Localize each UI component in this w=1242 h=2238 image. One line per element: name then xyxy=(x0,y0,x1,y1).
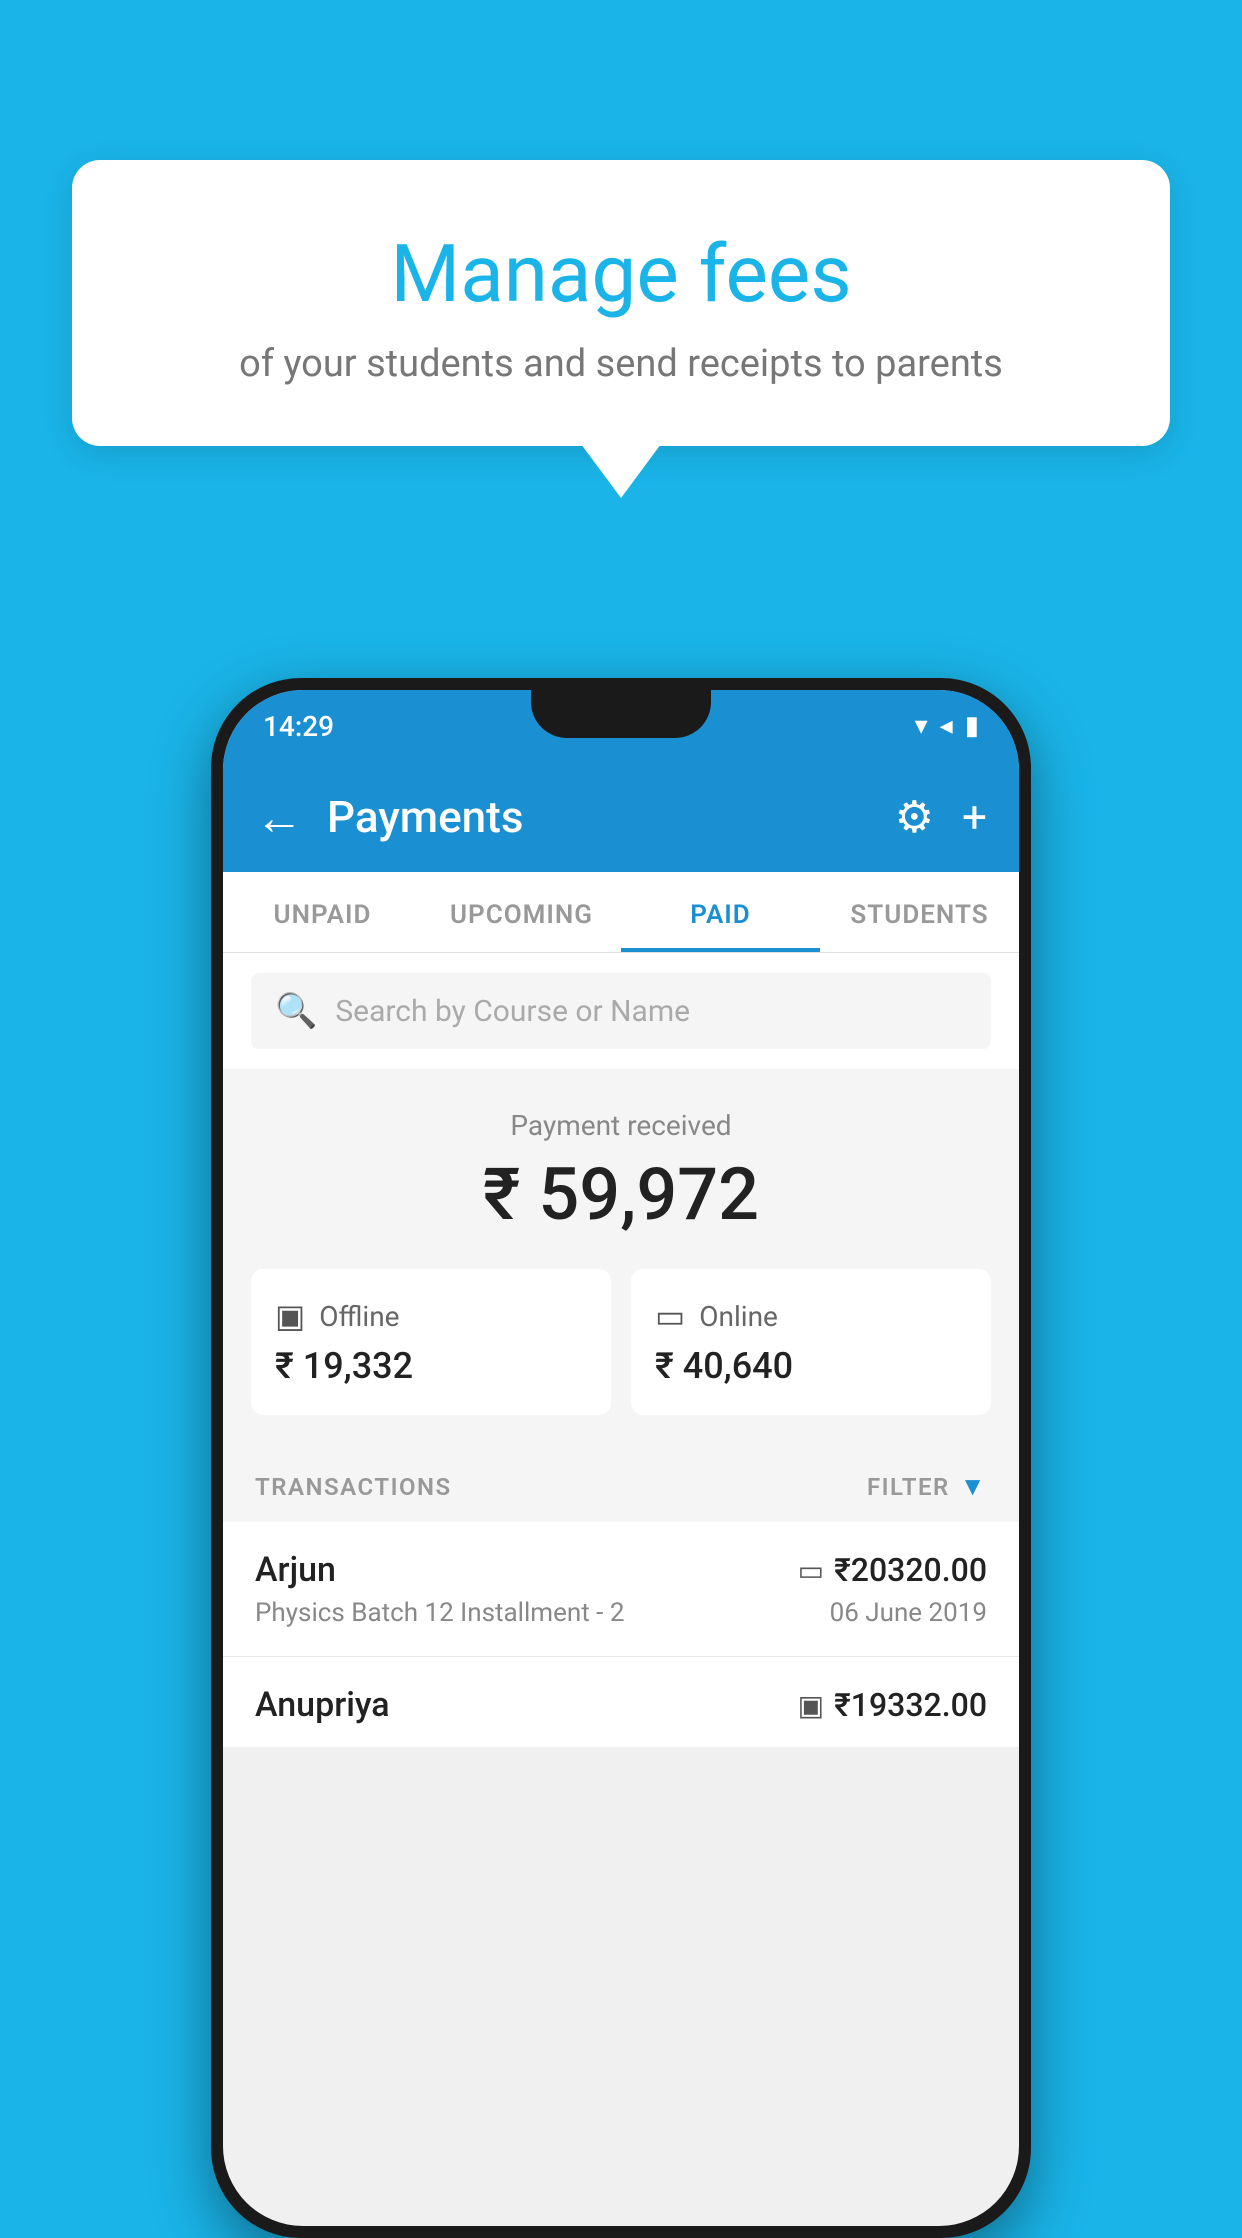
phone-frame: 14:29 ▾ ◂ ▮ ← Payments ⚙ + UNPAID UPCOMI… xyxy=(211,678,1031,2238)
offline-card-header: ▣ Offline xyxy=(275,1297,587,1335)
speech-bubble-card: Manage fees of your students and send re… xyxy=(72,160,1170,446)
status-time: 14:29 xyxy=(263,710,334,743)
app-bar-title: Payments xyxy=(327,791,871,843)
speech-bubble-subtitle: of your students and send receipts to pa… xyxy=(132,342,1110,386)
tab-unpaid[interactable]: UNPAID xyxy=(223,872,422,952)
back-button[interactable]: ← xyxy=(255,789,303,846)
transaction-row[interactable]: Arjun ▭ ₹20320.00 Physics Batch 12 Insta… xyxy=(223,1522,1019,1657)
search-input[interactable]: Search by Course or Name xyxy=(335,994,690,1029)
transaction-name: Arjun xyxy=(255,1550,336,1590)
search-icon: 🔍 xyxy=(275,991,317,1031)
offline-label: Offline xyxy=(319,1300,399,1333)
online-label: Online xyxy=(699,1300,778,1333)
online-icon: ▭ xyxy=(655,1297,685,1335)
search-bar[interactable]: 🔍 Search by Course or Name xyxy=(251,973,991,1049)
phone-screen: 14:29 ▾ ◂ ▮ ← Payments ⚙ + UNPAID UPCOMI… xyxy=(223,690,1019,2226)
online-payment-card: ▭ Online ₹ 40,640 xyxy=(631,1269,991,1415)
offline-payment-card: ▣ Offline ₹ 19,332 xyxy=(251,1269,611,1415)
search-container: 🔍 Search by Course or Name xyxy=(223,953,1019,1069)
transaction-top: Arjun ▭ ₹20320.00 xyxy=(255,1550,987,1590)
payment-amount: ₹ 59,972 xyxy=(251,1152,991,1237)
payment-received-label: Payment received xyxy=(251,1109,991,1142)
add-button[interactable]: + xyxy=(962,791,987,843)
filter-icon: ▼ xyxy=(960,1471,987,1502)
speech-bubble-title: Manage fees xyxy=(132,230,1110,318)
tab-paid[interactable]: PAID xyxy=(621,872,820,952)
app-bar: ← Payments ⚙ + xyxy=(223,762,1019,872)
tabs-bar: UNPAID UPCOMING PAID STUDENTS xyxy=(223,872,1019,953)
transaction-amount: ▭ ₹20320.00 xyxy=(798,1551,987,1589)
app-bar-actions: ⚙ + xyxy=(895,791,987,843)
tab-students[interactable]: STUDENTS xyxy=(820,872,1019,952)
online-payment-icon: ▭ xyxy=(798,1554,824,1587)
online-card-header: ▭ Online xyxy=(655,1297,967,1335)
transaction-top: Anupriya ▣ ₹19332.00 xyxy=(255,1685,987,1725)
filter-label: FILTER xyxy=(867,1473,950,1501)
offline-amount: ₹ 19,332 xyxy=(275,1345,587,1387)
transaction-bottom: Physics Batch 12 Installment - 2 06 June… xyxy=(255,1598,987,1628)
battery-icon: ▮ xyxy=(965,711,979,741)
tab-upcoming[interactable]: UPCOMING xyxy=(422,872,621,952)
transaction-course: Physics Batch 12 Installment - 2 xyxy=(255,1598,624,1628)
transaction-amount-value: ₹20320.00 xyxy=(834,1551,987,1589)
transaction-date: 06 June 2019 xyxy=(830,1598,987,1628)
transaction-amount: ▣ ₹19332.00 xyxy=(798,1686,987,1724)
transaction-row[interactable]: Anupriya ▣ ₹19332.00 xyxy=(223,1657,1019,1747)
settings-icon[interactable]: ⚙ xyxy=(895,791,934,843)
payment-cards-row: ▣ Offline ₹ 19,332 ▭ Online ₹ 40,640 xyxy=(223,1269,1019,1443)
transaction-amount-value: ₹19332.00 xyxy=(834,1686,987,1724)
payment-summary: Payment received ₹ 59,972 xyxy=(223,1069,1019,1269)
offline-payment-icon: ▣ xyxy=(798,1689,824,1722)
wifi-icon: ▾ xyxy=(915,711,928,741)
transactions-header: TRANSACTIONS FILTER ▼ xyxy=(223,1443,1019,1522)
transaction-name: Anupriya xyxy=(255,1685,390,1725)
offline-icon: ▣ xyxy=(275,1297,305,1335)
filter-button[interactable]: FILTER ▼ xyxy=(867,1471,987,1502)
status-icons: ▾ ◂ ▮ xyxy=(915,711,979,741)
online-amount: ₹ 40,640 xyxy=(655,1345,967,1387)
phone-notch xyxy=(531,690,711,738)
signal-icon: ◂ xyxy=(940,711,953,741)
transactions-label: TRANSACTIONS xyxy=(255,1473,452,1501)
